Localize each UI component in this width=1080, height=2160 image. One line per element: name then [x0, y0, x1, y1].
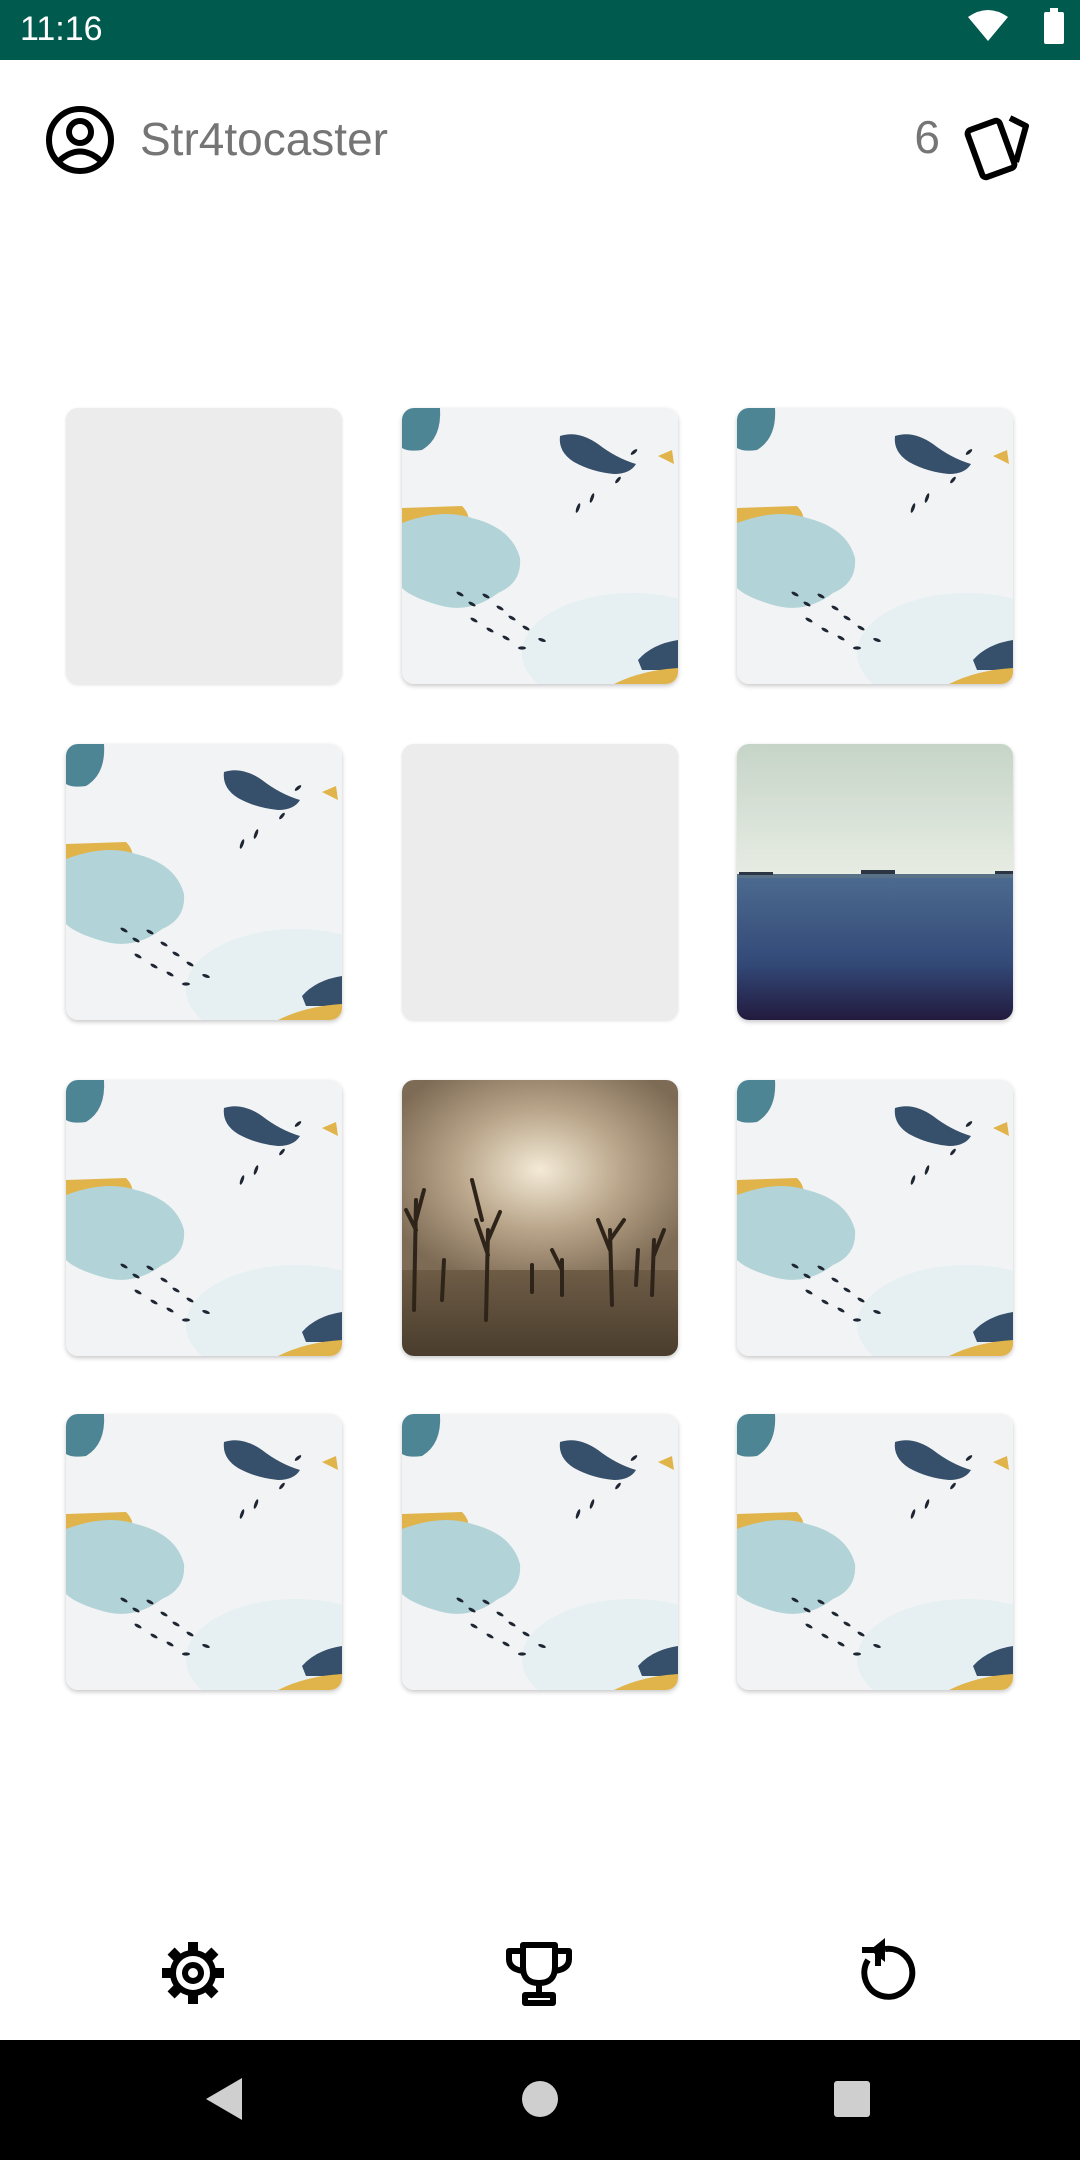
settings-button[interactable] — [148, 1930, 238, 2020]
trophy-icon — [503, 1937, 575, 2014]
card-face-down[interactable] — [402, 1414, 678, 1690]
card-matched — [66, 408, 342, 684]
game-board — [0, 0, 1080, 2160]
card-face-down[interactable] — [66, 744, 342, 1020]
bottom-action-bar — [0, 1910, 1080, 2040]
card-face-down[interactable] — [402, 408, 678, 684]
leaderboard-button[interactable] — [494, 1930, 584, 2020]
recents-icon[interactable] — [832, 2076, 872, 2127]
back-icon[interactable] — [204, 2076, 244, 2127]
restart-button[interactable] — [840, 1930, 930, 2020]
card-face-down[interactable] — [66, 1414, 342, 1690]
settings-icon — [158, 1938, 228, 2013]
card-face-down[interactable] — [737, 1414, 1013, 1690]
card-face-down[interactable] — [737, 408, 1013, 684]
restart-icon — [850, 1937, 920, 2013]
home-icon[interactable] — [520, 2076, 560, 2127]
card-sea-photo[interactable] — [737, 744, 1013, 1020]
system-navigation-bar — [0, 2040, 1080, 2160]
card-matched — [402, 744, 678, 1020]
card-dead-forest-photo[interactable] — [402, 1080, 678, 1356]
card-face-down[interactable] — [66, 1080, 342, 1356]
card-face-down[interactable] — [737, 1080, 1013, 1356]
